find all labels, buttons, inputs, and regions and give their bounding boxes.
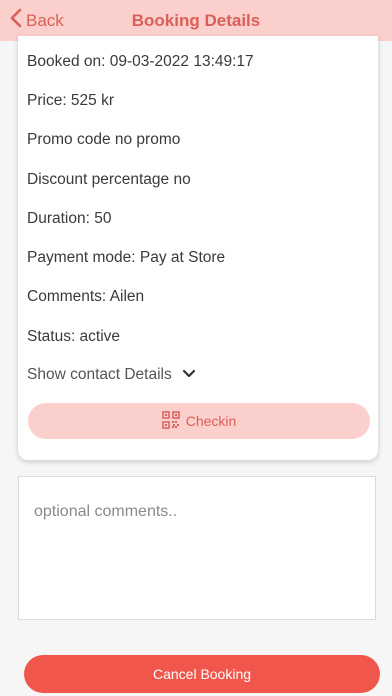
duration-text: Duration: 50 (27, 210, 112, 227)
show-contact-details-label: Show contact Details (27, 366, 172, 383)
booking-details-card: Booked on: 09-03-2022 13:49:17 Price: 52… (18, 36, 378, 460)
price-text: Price: 525 kr (27, 92, 115, 109)
status-text: Status: active (27, 328, 121, 345)
show-contact-details-toggle[interactable]: Show contact Details (27, 366, 196, 384)
checkin-button[interactable]: Checkin (28, 403, 370, 439)
comments-text: Comments: Ailen (27, 288, 145, 305)
promo-code-text: Promo code no promo (27, 131, 181, 148)
discount-text: Discount percentage no (27, 171, 191, 188)
payment-mode-text: Payment mode: Pay at Store (27, 249, 226, 266)
chevron-down-icon (182, 366, 196, 384)
cancel-booking-button[interactable]: Cancel Booking (24, 655, 380, 693)
optional-comments-input[interactable] (18, 476, 376, 620)
page-title: Booking Details (131, 11, 261, 30)
checkin-label: Checkin (185, 413, 237, 429)
header-bar: Back Booking Details (0, 0, 392, 41)
qr-code-icon (161, 410, 180, 432)
booked-on-text: Booked on: 09-03-2022 13:49:17 (27, 53, 254, 70)
